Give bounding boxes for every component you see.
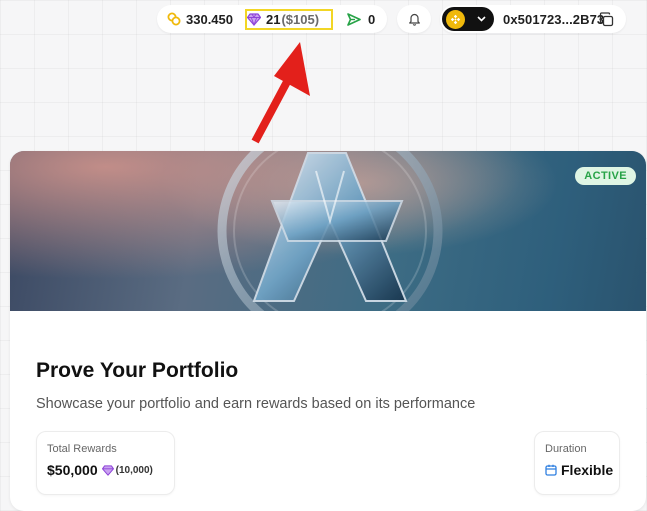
status-badge: ACTIVE <box>575 167 636 185</box>
duration-label: Duration <box>545 443 587 455</box>
sends-balance[interactable]: 0 <box>347 5 375 33</box>
pointer-arrow-icon <box>251 42 310 144</box>
quest-subtitle: Showcase your portfolio and earn rewards… <box>36 396 476 412</box>
wallet-pill: 0x501723...2B73 <box>440 5 626 33</box>
rewards-gems: (10,000) <box>101 464 153 476</box>
calendar-icon <box>545 464 557 476</box>
quest-banner: ACTIVE <box>10 151 646 311</box>
bell-icon <box>408 13 420 26</box>
chain-selector[interactable] <box>442 7 494 31</box>
sends-value: 0 <box>368 11 376 27</box>
rewards-gems-value: (10,000) <box>115 464 153 476</box>
total-rewards-box: Total Rewards $50,000 (10,000) <box>36 431 175 495</box>
send-icon <box>347 12 361 26</box>
brand-logo-emblem <box>217 151 443 311</box>
rewards-label: Total Rewards <box>47 443 117 455</box>
coins-value: 330.450 <box>186 11 233 27</box>
copy-icon <box>599 11 613 26</box>
bnb-logo-icon <box>446 9 465 29</box>
rewards-value: $50,000 <box>47 462 98 478</box>
gems-highlight-box <box>245 9 333 30</box>
notifications-button[interactable] <box>397 5 431 33</box>
chevron-down-icon <box>477 16 486 22</box>
quest-title: Prove Your Portfolio <box>36 359 239 382</box>
diamond-icon <box>101 464 114 476</box>
wallet-address[interactable]: 0x501723...2B73 <box>503 5 604 33</box>
quest-card[interactable]: ACTIVE Prove Your Portfolio Showcase you… <box>10 151 646 511</box>
duration-value: Flexible <box>561 462 614 478</box>
copy-address-button[interactable] <box>598 11 614 27</box>
duration-box: Duration Flexible <box>534 431 620 495</box>
coins-balance[interactable]: 330.450 <box>167 5 233 33</box>
duration-value-row: Flexible <box>545 462 613 478</box>
rewards-value-row: $50,000 (10,000) <box>47 462 153 478</box>
coins-icon <box>167 12 181 26</box>
